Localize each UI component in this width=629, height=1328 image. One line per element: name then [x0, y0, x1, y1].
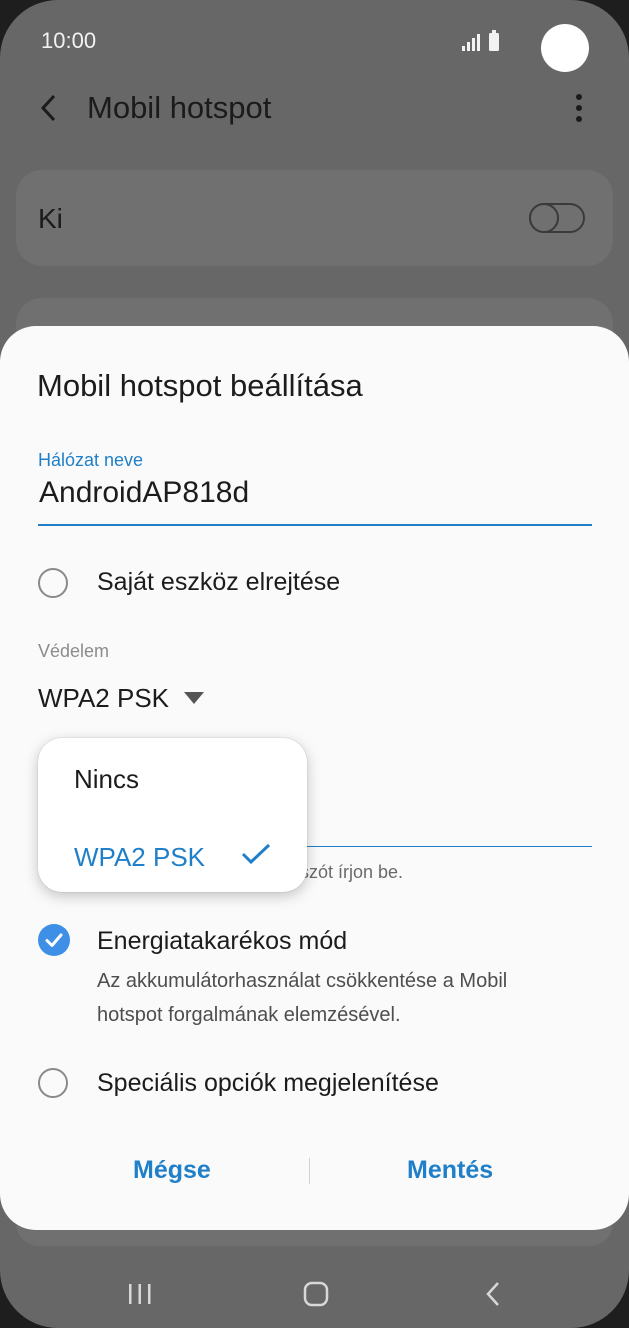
security-label: Védelem	[38, 641, 110, 661]
dialog-title: Mobil hotspot beállítása	[37, 368, 363, 403]
hotspot-toggle-card[interactable]	[16, 170, 613, 266]
hotspot-state-label: Ki	[38, 203, 63, 234]
advanced-options-label[interactable]: Speciális opciók megjelenítése	[97, 1069, 439, 1098]
back-arrow-icon[interactable]	[34, 88, 66, 128]
signal-battery-icons	[462, 30, 499, 51]
network-name-input[interactable]: AndroidAP818d	[39, 476, 249, 510]
save-button[interactable]: Mentés	[407, 1156, 493, 1185]
hide-device-label[interactable]: Saját eszköz elrejtése	[97, 568, 340, 597]
home-icon[interactable]	[303, 1281, 329, 1307]
hide-device-radio[interactable]	[38, 568, 68, 598]
network-name-label: Hálózat neve	[38, 450, 144, 470]
recents-icon[interactable]	[126, 1282, 154, 1306]
security-option-wpa2[interactable]: WPA2 PSK	[74, 842, 205, 873]
advanced-options-radio[interactable]	[38, 1068, 68, 1098]
power-saving-description: Az akkumulátorhasználat csökkentése a Mo…	[97, 970, 508, 1026]
security-option-none[interactable]: Nincs	[74, 764, 139, 795]
nav-back-icon[interactable]	[484, 1280, 502, 1308]
front-camera-cutout	[541, 24, 589, 72]
security-select[interactable]: WPA2 PSK	[38, 683, 169, 714]
power-saving-checkbox[interactable]	[38, 924, 70, 956]
more-vert-icon[interactable]	[566, 92, 592, 126]
power-saving-label[interactable]: Energiatakarékos mód	[97, 927, 347, 956]
hotspot-switch[interactable]	[529, 203, 585, 233]
security-dropdown-menu: Nincs WPA2 PSK	[38, 738, 307, 892]
cancel-button[interactable]: Mégse	[133, 1156, 211, 1185]
phone-screen: 10:00 Mobil hotspot Ki Mobil hotspot beá…	[0, 0, 629, 1328]
app-title: Mobil hotspot	[87, 90, 272, 125]
caret-down-icon[interactable]	[184, 692, 204, 704]
button-divider	[309, 1158, 310, 1184]
checkmark-icon	[45, 933, 63, 947]
selected-check-icon	[241, 843, 271, 865]
status-time: 10:00	[41, 28, 97, 53]
network-name-underline	[38, 524, 592, 526]
